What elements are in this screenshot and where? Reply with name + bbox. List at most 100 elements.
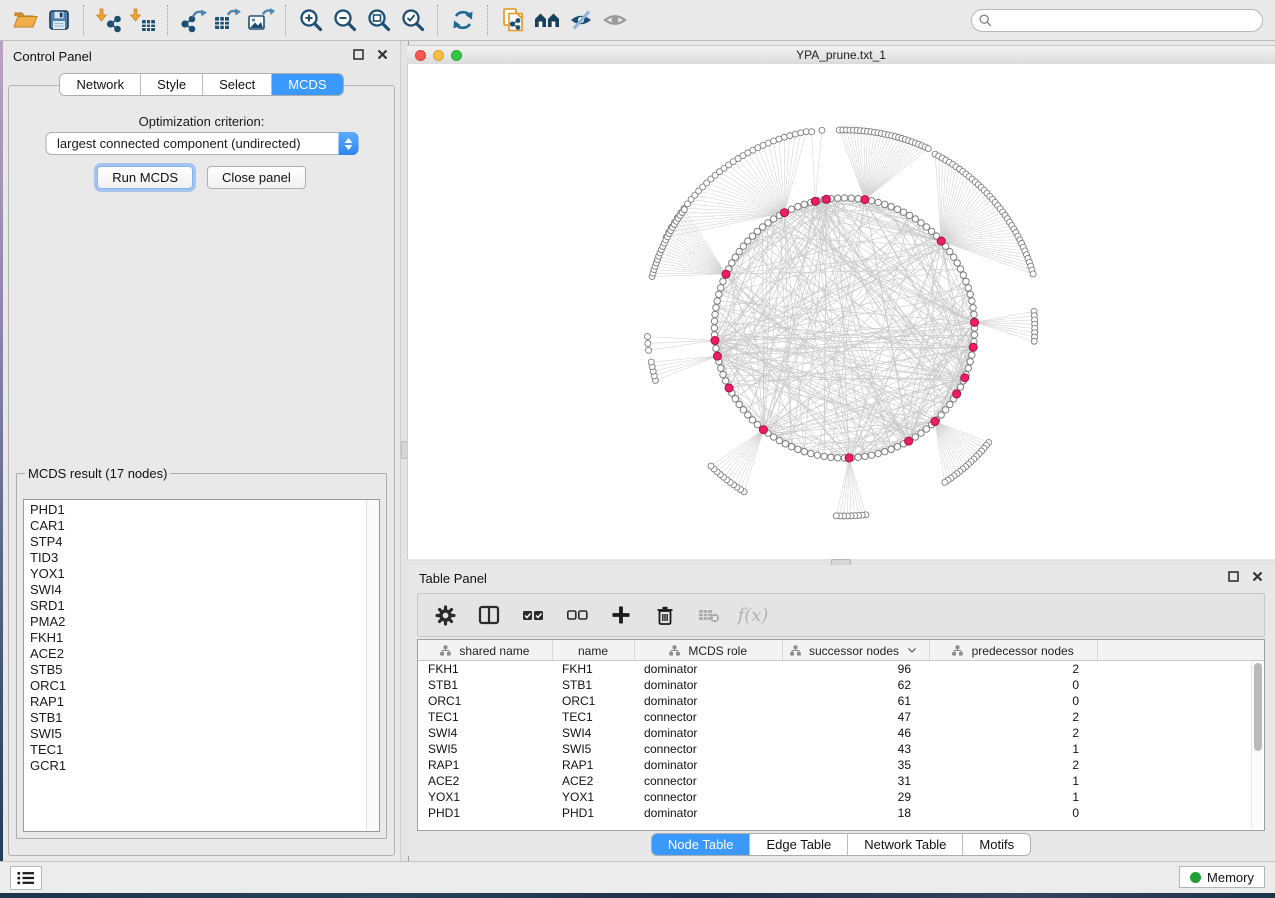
tab-style[interactable]: Style bbox=[141, 74, 203, 95]
graph-node[interactable] bbox=[855, 454, 861, 460]
graph-node[interactable] bbox=[718, 285, 724, 291]
graph-node[interactable] bbox=[814, 452, 820, 458]
graph-node[interactable] bbox=[834, 455, 840, 461]
table-row[interactable]: TEC1TEC1connector472 bbox=[418, 709, 1264, 725]
graph-node[interactable] bbox=[965, 285, 971, 291]
close-panel-icon[interactable] bbox=[377, 49, 388, 60]
save-session-button[interactable] bbox=[42, 4, 76, 36]
list-item[interactable]: SWI4 bbox=[24, 582, 366, 598]
graph-node[interactable] bbox=[967, 291, 973, 297]
graph-leaf-node[interactable] bbox=[809, 129, 815, 135]
graph-node[interactable] bbox=[770, 216, 776, 222]
import-network-button[interactable] bbox=[92, 4, 126, 36]
graph-node[interactable] bbox=[720, 371, 726, 377]
memory-button[interactable]: Memory bbox=[1179, 866, 1265, 888]
graph-node[interactable] bbox=[894, 444, 900, 450]
close-panel-icon[interactable] bbox=[1252, 571, 1263, 582]
search-input[interactable] bbox=[971, 9, 1263, 32]
unselect-all-columns-button[interactable] bbox=[564, 602, 590, 628]
show-tasks-button[interactable] bbox=[10, 866, 42, 890]
graph-node[interactable] bbox=[713, 345, 719, 351]
graph-leaf-node[interactable] bbox=[1030, 271, 1036, 277]
graph-node[interactable] bbox=[834, 195, 840, 201]
graph-node[interactable] bbox=[808, 450, 814, 456]
run-mcds-button[interactable]: Run MCDS bbox=[97, 166, 193, 189]
graph-node[interactable] bbox=[967, 358, 973, 364]
graph-node[interactable] bbox=[718, 365, 724, 371]
graph-node[interactable] bbox=[770, 434, 776, 440]
graph-leaf-node[interactable] bbox=[833, 513, 839, 519]
graph-node[interactable] bbox=[801, 201, 807, 207]
graph-node[interactable] bbox=[776, 437, 782, 443]
graph-node[interactable] bbox=[862, 453, 868, 459]
graph-leaf-node[interactable] bbox=[708, 463, 714, 469]
graph-leaf-node[interactable] bbox=[925, 146, 931, 152]
list-item[interactable]: STB5 bbox=[24, 662, 366, 678]
open-session-button[interactable] bbox=[8, 4, 42, 36]
column-header-name[interactable]: name bbox=[552, 640, 634, 661]
graph-node[interactable] bbox=[969, 298, 975, 304]
export-table-button[interactable] bbox=[210, 4, 244, 36]
table-scrollbar[interactable] bbox=[1251, 661, 1263, 828]
optimization-criterion-select[interactable]: largest connected component (undirected) bbox=[45, 132, 358, 155]
graph-node[interactable] bbox=[957, 266, 963, 272]
close-panel-button[interactable]: Close panel bbox=[207, 166, 306, 189]
graph-node[interactable] bbox=[712, 311, 718, 317]
list-item[interactable]: ORC1 bbox=[24, 678, 366, 694]
export-network-button[interactable] bbox=[176, 4, 210, 36]
graph-node[interactable] bbox=[969, 352, 975, 358]
show-all-button[interactable] bbox=[598, 4, 632, 36]
export-image-button[interactable] bbox=[244, 4, 278, 36]
tab-network[interactable]: Network bbox=[60, 74, 141, 95]
graph-leaf-node[interactable] bbox=[1031, 338, 1037, 344]
graph-node[interactable] bbox=[711, 318, 717, 324]
delete-columns-button[interactable] bbox=[652, 602, 678, 628]
graph-node[interactable] bbox=[950, 254, 956, 260]
graph-dominator-node[interactable] bbox=[971, 318, 979, 326]
list-item[interactable]: TID3 bbox=[24, 550, 366, 566]
zoom-fit-button[interactable] bbox=[362, 4, 396, 36]
graph-node[interactable] bbox=[912, 434, 918, 440]
graph-node[interactable] bbox=[732, 396, 738, 402]
column-header-shared-name[interactable]: shared name bbox=[418, 640, 552, 661]
zoom-selected-button[interactable] bbox=[396, 4, 430, 36]
column-header-mcds-role[interactable]: MCDS role bbox=[634, 640, 782, 661]
graph-node[interactable] bbox=[716, 291, 722, 297]
graph-node[interactable] bbox=[970, 304, 976, 310]
graph-dominator-node[interactable] bbox=[905, 437, 913, 445]
graph-node[interactable] bbox=[947, 248, 953, 254]
list-item[interactable]: GCR1 bbox=[24, 758, 366, 774]
list-item[interactable]: CAR1 bbox=[24, 518, 366, 534]
graph-node[interactable] bbox=[882, 448, 888, 454]
list-item[interactable]: ACE2 bbox=[24, 646, 366, 662]
table-row[interactable]: ACE2ACE2connector311 bbox=[418, 773, 1264, 789]
graph-dominator-node[interactable] bbox=[969, 343, 977, 351]
graph-node[interactable] bbox=[912, 216, 918, 222]
graph-dominator-node[interactable] bbox=[861, 196, 869, 204]
graph-node[interactable] bbox=[965, 365, 971, 371]
list-item[interactable]: FKH1 bbox=[24, 630, 366, 646]
graph-dominator-node[interactable] bbox=[961, 374, 969, 382]
graph-node[interactable] bbox=[736, 401, 742, 407]
graph-node[interactable] bbox=[782, 441, 788, 447]
graph-dominator-node[interactable] bbox=[931, 418, 939, 426]
graph-node[interactable] bbox=[894, 206, 900, 212]
graph-node[interactable] bbox=[729, 260, 735, 266]
graph-node[interactable] bbox=[900, 209, 906, 215]
graph-node[interactable] bbox=[957, 384, 963, 390]
mcds-result-list[interactable]: PHD1CAR1STP4TID3YOX1SWI4SRD1PMA2FKH1ACE2… bbox=[23, 499, 380, 832]
tab-network-table[interactable]: Network Table bbox=[848, 834, 963, 855]
list-item[interactable]: SWI5 bbox=[24, 726, 366, 742]
zoom-in-button[interactable] bbox=[294, 4, 328, 36]
graph-node[interactable] bbox=[720, 278, 726, 284]
table-settings-button[interactable] bbox=[432, 602, 458, 628]
table-row[interactable]: STB1STB1dominator620 bbox=[418, 677, 1264, 693]
graph-node[interactable] bbox=[868, 452, 874, 458]
graph-dominator-node[interactable] bbox=[845, 454, 853, 462]
graph-node[interactable] bbox=[855, 196, 861, 202]
graph-node[interactable] bbox=[788, 206, 794, 212]
clone-network-button[interactable] bbox=[496, 4, 530, 36]
graph-node[interactable] bbox=[713, 304, 719, 310]
table-row[interactable]: FKH1FKH1dominator962 bbox=[418, 661, 1264, 678]
table-row[interactable]: ORC1ORC1dominator610 bbox=[418, 693, 1264, 709]
